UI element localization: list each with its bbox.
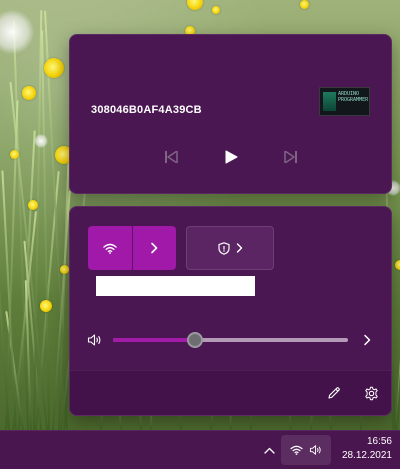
media-title: 308046B0AF4A39CB <box>91 104 202 116</box>
taskbar-clock[interactable]: 16:56 28.12.2021 <box>336 435 396 467</box>
wifi-icon <box>103 243 117 254</box>
play-icon <box>225 150 238 164</box>
chevron-up-icon <box>263 447 275 454</box>
tile-label-field <box>96 276 255 296</box>
speaker-icon[interactable] <box>87 333 103 347</box>
media-control-panel: 308046B0AF4A39CB ARDUINO PROGRAMMER <box>69 34 392 194</box>
play-button[interactable] <box>219 146 243 168</box>
network-volume-status-button[interactable] <box>281 435 331 465</box>
volume-slider-fill <box>113 338 196 342</box>
pencil-icon <box>328 387 340 399</box>
speaker-icon <box>309 445 321 455</box>
volume-output-button[interactable] <box>360 332 374 348</box>
taskbar: 16:56 28.12.2021 <box>0 430 400 469</box>
album-art-thumbnail[interactable]: ARDUINO PROGRAMMER <box>319 87 370 116</box>
gear-icon <box>364 386 378 400</box>
wifi-tile <box>88 226 176 270</box>
quick-settings-footer <box>70 370 391 415</box>
wifi-toggle-button[interactable] <box>88 226 132 270</box>
quick-settings-panel <box>69 206 392 416</box>
volume-slider[interactable] <box>113 332 348 348</box>
next-track-button[interactable] <box>279 146 303 168</box>
chevron-right-icon <box>151 242 158 254</box>
chevron-right-icon <box>364 334 371 346</box>
skip-next-icon <box>284 151 297 163</box>
edit-quick-settings-button[interactable] <box>325 384 343 402</box>
album-art-line-2: PROGRAMMER <box>338 97 369 103</box>
wifi-expand-button[interactable] <box>133 226 177 270</box>
chevron-right-icon <box>236 243 242 253</box>
vpn-tile[interactable] <box>186 226 274 270</box>
clock-date: 28.12.2021 <box>341 450 392 461</box>
skip-previous-icon <box>165 151 178 163</box>
album-art-graphic <box>323 92 336 111</box>
album-art-text: ARDUINO PROGRAMMER <box>338 91 368 103</box>
wifi-icon <box>289 445 303 455</box>
volume-slider-thumb[interactable] <box>187 332 204 348</box>
shield-icon <box>217 241 230 255</box>
settings-button[interactable] <box>362 384 380 402</box>
show-hidden-icons-button[interactable] <box>261 442 277 458</box>
clock-time: 16:56 <box>366 436 392 447</box>
previous-track-button[interactable] <box>159 146 183 168</box>
